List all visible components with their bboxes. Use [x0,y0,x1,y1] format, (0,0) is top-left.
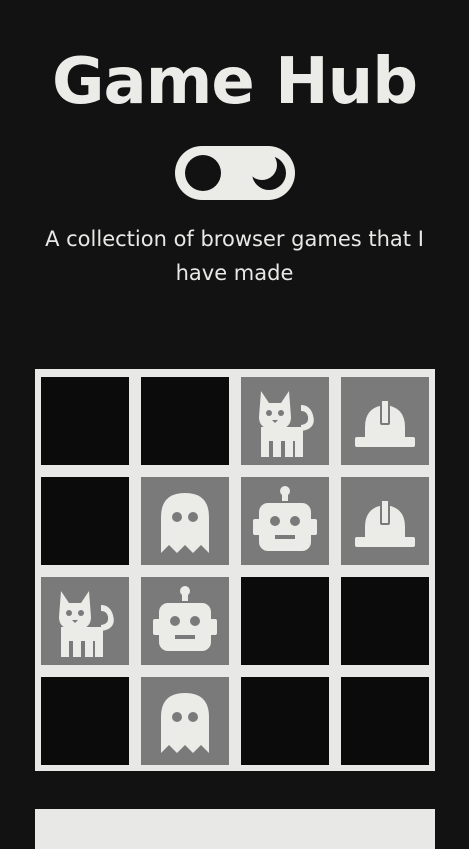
memory-tile-hardhat[interactable] [341,477,429,565]
memory-tile-hidden[interactable] [41,677,129,765]
ghost-icon [161,493,209,553]
toggle-knob [185,155,221,191]
memory-tile-cat[interactable] [241,377,329,465]
memory-tile-hidden[interactable] [41,477,129,565]
robot-icon [153,586,217,651]
memory-tile-ghost[interactable] [141,677,229,765]
robot-icon [253,486,317,551]
memory-tile-robot[interactable] [141,577,229,665]
memory-tile-hidden[interactable] [341,577,429,665]
memory-tile-cat[interactable] [41,577,129,665]
cat-icon [59,591,114,657]
game-card[interactable] [35,809,435,849]
memory-game-board [35,369,435,771]
memory-tile-robot[interactable] [241,477,329,565]
page-subtitle: A collection of browser games that I hav… [45,227,424,285]
memory-tile-hidden[interactable] [41,377,129,465]
theme-toggle[interactable] [175,146,295,200]
memory-tile-hidden[interactable] [341,677,429,765]
hardhat-icon [355,401,415,447]
moon-icon [251,155,286,190]
memory-tile-hardhat[interactable] [341,377,429,465]
cat-icon [259,391,314,457]
page-title: Game Hub [51,45,418,119]
memory-tile-hidden[interactable] [141,377,229,465]
ghost-icon [161,693,209,753]
hardhat-icon [355,501,415,547]
memory-tile-ghost[interactable] [141,477,229,565]
memory-tile-hidden[interactable] [241,677,329,765]
memory-tile-hidden[interactable] [241,577,329,665]
